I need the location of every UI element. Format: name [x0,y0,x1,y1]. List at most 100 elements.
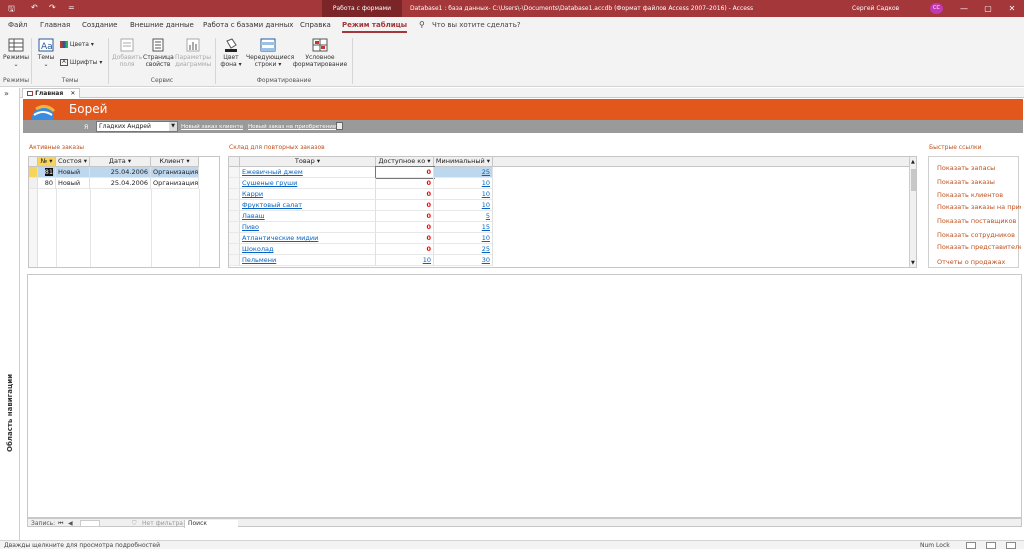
quick-link[interactable]: Показать поставщиков [937,217,1021,226]
minimum-cell[interactable]: 10 [434,200,493,211]
column-header-status[interactable]: Состоя ▾ [56,157,90,167]
minimum-cell[interactable]: 30 [434,255,493,266]
form-view-icon[interactable] [966,542,976,549]
filter-status[interactable]: Нет фильтра [142,520,183,527]
minimum-cell[interactable]: 25 [434,244,493,255]
search-input[interactable]: Поиск [184,520,238,528]
row-selector[interactable] [229,211,240,222]
available-cell[interactable]: 0 [376,222,434,233]
new-order-link[interactable]: Новый заказ клиента [181,124,243,130]
available-cell[interactable]: 0 [376,189,434,200]
navigation-pane[interactable]: » Область навигации [0,88,20,549]
row-selector[interactable] [229,233,240,244]
views-button[interactable]: Режимы ⌄ [3,38,29,68]
order-date-cell[interactable]: 25.04.2006 [90,178,151,189]
fonts-button[interactable]: A Шрифты ▾ [60,59,102,66]
available-cell[interactable]: 10 [376,255,434,266]
undo-icon[interactable]: ↶ [31,3,38,12]
close-button[interactable]: ✕ [1000,0,1024,17]
quick-link[interactable]: Показать заказы [937,178,1021,187]
tab-create[interactable]: Создание [82,21,117,29]
employee-select[interactable]: Гладких Андрей ▼ [96,121,178,132]
order-status-cell[interactable]: Новый [56,167,90,178]
available-cell[interactable]: 0 [376,233,434,244]
colors-button[interactable]: Цвета ▾ [60,41,94,48]
order-client-cell[interactable]: Организация [151,167,199,178]
product-cell[interactable]: Лаваш [240,211,376,222]
product-cell[interactable]: Атлантические мидии [240,233,376,244]
minimum-cell[interactable]: 10 [434,178,493,189]
tab-external-data[interactable]: Внешние данные [130,21,194,29]
save-icon[interactable]: 🖫 [8,3,15,17]
order-number-cell[interactable]: 80 [38,178,56,189]
alternate-rows-button[interactable]: Чередующиеся строки ▾ [246,38,294,68]
product-cell[interactable]: Шоколад [240,244,376,255]
column-header-product[interactable]: Товар ▾ [240,157,376,167]
row-selector[interactable] [229,222,240,233]
expand-nav-icon[interactable]: » [4,89,9,98]
conditional-formatting-button[interactable]: Условное форматирование [292,38,348,68]
product-cell[interactable]: Ежевичный джем [240,167,376,178]
quick-link[interactable]: Показать запасы [937,164,1021,173]
minimum-cell[interactable]: 15 [434,222,493,233]
active-orders-grid[interactable]: № ▾ Состоя ▾ Дата ▾ Клиент ▾ 81 Новый 25… [28,156,220,268]
order-status-cell[interactable]: Новый [56,178,90,189]
product-cell[interactable]: Карри [240,189,376,200]
chart-settings-button[interactable]: Параметры диаграммы [175,38,211,68]
quick-link[interactable]: Отчеты о продажах [937,258,1021,267]
tab-home[interactable]: Главная [40,21,70,29]
column-header-available[interactable]: Доступное ко ▾ [376,157,434,167]
quick-link[interactable]: Показать клиентов [937,191,1021,200]
available-cell[interactable]: 0 [375,166,435,179]
minimum-cell[interactable]: 5 [434,211,493,222]
product-cell[interactable]: Фруктовый салат [240,200,376,211]
vertical-scrollbar[interactable]: ▲ ▼ [909,157,916,267]
quick-link[interactable]: Показать сотрудников [937,231,1021,240]
available-cell[interactable]: 0 [376,244,434,255]
quick-link[interactable]: Показать представителей [937,243,1021,252]
order-date-cell[interactable]: 25.04.2006 [90,167,151,178]
row-selector[interactable] [29,178,38,189]
new-purchase-link[interactable]: Новый заказ на приобретение [248,124,336,130]
available-cell[interactable]: 0 [376,178,434,189]
row-selector[interactable] [229,167,240,178]
design-view-icon[interactable] [1006,542,1016,549]
quick-link[interactable]: Показать заказы на приобретение [937,203,1021,212]
order-number-cell[interactable]: 81 [38,167,56,178]
row-selector[interactable] [229,255,240,266]
minimum-cell[interactable]: 10 [434,189,493,200]
tab-database-tools[interactable]: Работа с базами данных [203,21,293,29]
product-cell[interactable]: Пиво [240,222,376,233]
row-selector[interactable] [229,244,240,255]
navigation-pane-label[interactable]: Область навигации [6,372,14,452]
scrollbar-thumb[interactable] [911,169,916,191]
column-header-date[interactable]: Дата ▾ [90,157,151,167]
close-icon[interactable]: ✕ [70,90,75,97]
order-client-cell[interactable]: Организация [151,178,199,189]
add-fields-button[interactable]: Добавить поля [112,38,142,68]
tab-datasheet[interactable]: Режим таблицы [342,21,408,33]
first-record-icon[interactable]: ⏮ [58,520,63,528]
property-sheet-button[interactable]: Страница свойств [143,38,174,68]
record-number-input[interactable] [80,520,100,527]
minimum-cell[interactable]: 25 [434,167,493,178]
tab-file[interactable]: Файл [8,21,27,29]
column-header-client[interactable]: Клиент ▾ [151,157,199,167]
reorder-grid[interactable]: Товар ▾ Доступное ко ▾ Минимальный ▾ Еже… [228,156,917,268]
redo-icon[interactable]: ↷ [49,3,56,12]
row-selector[interactable] [229,200,240,211]
fill-color-button[interactable]: Цвет фона ▾ [218,38,244,68]
chevron-down-icon[interactable]: ▼ [169,122,177,131]
restore-button[interactable]: ▢ [976,0,1000,17]
layout-view-icon[interactable] [986,542,996,549]
tell-me-input[interactable]: Что вы хотите сделать? [432,21,521,29]
avatar[interactable]: СС [930,3,943,14]
row-selector[interactable] [229,189,240,200]
row-selector[interactable] [29,167,38,178]
tab-help[interactable]: Справка [300,21,331,29]
available-cell[interactable]: 0 [376,200,434,211]
scroll-up-icon[interactable]: ▲ [911,159,915,165]
product-cell[interactable]: Пельмени [240,255,376,266]
previous-record-icon[interactable]: ◀ [68,520,73,527]
minimum-cell[interactable]: 10 [434,233,493,244]
